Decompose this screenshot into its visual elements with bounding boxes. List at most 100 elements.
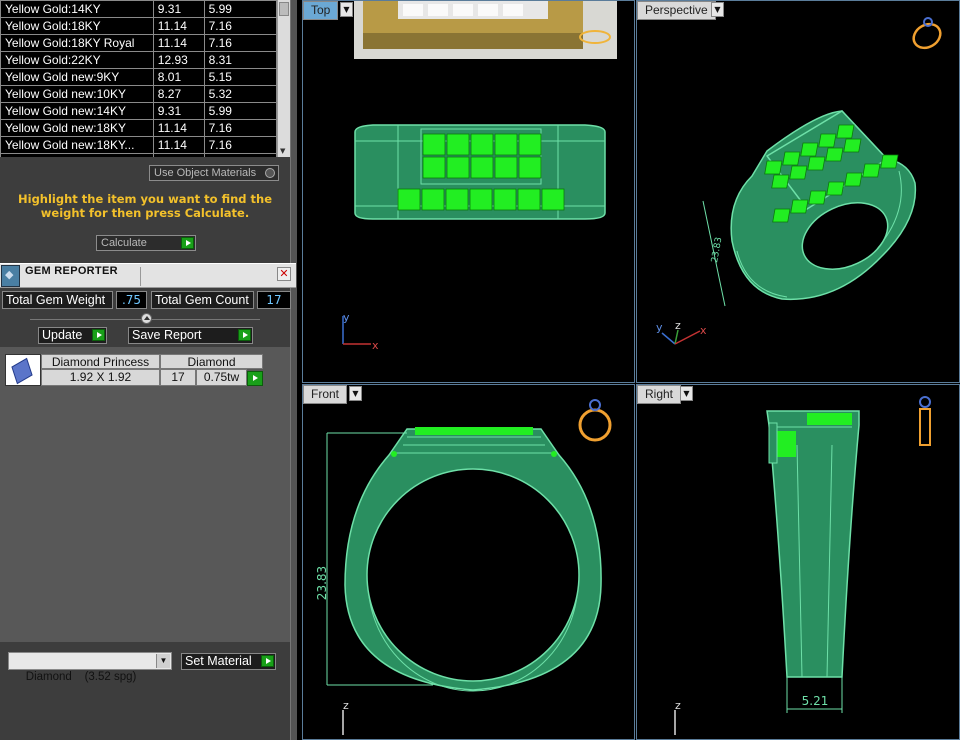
dropdown-icon[interactable]: ▼: [340, 2, 353, 17]
update-label: Update: [42, 328, 83, 342]
axis-z-label: z: [675, 319, 681, 332]
dropdown-icon[interactable]: ▼: [349, 386, 362, 401]
material-density: 11.14: [152, 136, 205, 154]
use-object-materials-radio[interactable]: [265, 168, 275, 178]
close-icon[interactable]: ✕: [277, 267, 291, 281]
collapse-up-icon[interactable]: [141, 313, 152, 324]
material-name: Yellow Gold new:10KY: [0, 85, 154, 103]
axis-z-label: z: [343, 699, 349, 712]
material-weight: 5.99: [203, 0, 277, 18]
set-material-button[interactable]: Set Material: [181, 653, 276, 670]
materials-row[interactable]: Yellow Gold new:10KY 8.27 5.32: [0, 85, 277, 103]
tab-perspective[interactable]: Perspective: [637, 1, 716, 20]
gem-totals: Total Gem Weight .75 Total Gem Count 17: [0, 289, 296, 311]
material-name: Yellow Gold new:18KY: [0, 119, 154, 137]
use-object-materials-label: Use Object Materials: [154, 167, 257, 179]
gem-square: [790, 199, 809, 214]
gem-square: [397, 188, 421, 211]
gem-square: [789, 165, 808, 180]
viewport-top[interactable]: y x Top ▼: [302, 0, 635, 383]
material-weight: 8.31: [203, 153, 277, 157]
scroll-thumb[interactable]: [279, 2, 289, 16]
tab-top[interactable]: Top: [303, 1, 339, 20]
materials-row[interactable]: Yellow Gold new:9KY 8.01 5.15: [0, 68, 277, 86]
material-density: 9.31: [152, 102, 205, 120]
materials-scrollbar[interactable]: ▼: [277, 0, 290, 157]
scroll-down-icon[interactable]: ▼: [280, 147, 285, 155]
gem-square: [445, 188, 469, 211]
right-dimension-label: 5.21: [802, 694, 829, 708]
right-view-canvas: 5.21 z: [674, 396, 931, 735]
gem-square: [518, 156, 542, 179]
material-density: 8.01: [152, 68, 205, 86]
gem-square: [518, 133, 542, 156]
gem-shape: Diamond Princess: [41, 354, 160, 369]
ring-photo-thumbnail: [354, 1, 617, 59]
material-weight: 7.16: [203, 119, 277, 137]
gem-size: 1.92 X 1.92: [41, 369, 160, 386]
viewport-front[interactable]: 23.83 z Front ▼: [302, 384, 635, 740]
gem-material: Diamond: [160, 354, 263, 369]
gem-square: [422, 133, 446, 156]
material-name: Yellow Gold new:18KY...: [0, 136, 154, 154]
axis-z-label: z: [675, 699, 681, 712]
material-weight: 7.16: [203, 136, 277, 154]
gem-square: [843, 138, 862, 153]
tab-front[interactable]: Front: [303, 385, 348, 404]
chevron-down-icon[interactable]: ▼: [156, 654, 170, 668]
material-name: Yellow Gold:18KY: [0, 17, 154, 35]
update-button[interactable]: Update: [38, 327, 107, 344]
material-weight: 5.32: [203, 85, 277, 103]
gem-row[interactable]: Diamond Princess Diamond 1.92 X 1.92 17 …: [5, 354, 263, 386]
gem-reporter-header: GEM REPORTER ✕: [0, 263, 296, 288]
dropdown-icon[interactable]: ▼: [680, 386, 693, 401]
top-gem-grid: [397, 133, 565, 211]
material-weight: 7.16: [203, 34, 277, 52]
axis-x-label: x: [700, 324, 707, 337]
gem-go-button[interactable]: [247, 371, 263, 386]
calculate-button[interactable]: Calculate: [96, 235, 196, 251]
use-object-materials-option[interactable]: Use Object Materials: [149, 165, 279, 181]
panel-splitter[interactable]: [290, 0, 297, 740]
materials-row[interactable]: Yellow Gold new:18KY 11.14 7.16: [0, 119, 277, 137]
material-weight: 5.99: [203, 102, 277, 120]
gem-reporter-title: GEM REPORTER: [25, 265, 118, 277]
materials-row[interactable]: Yellow Gold:14KY 9.31 5.99: [0, 0, 277, 18]
header-divider: [140, 267, 141, 286]
materials-row[interactable]: Yellow Gold:18KY Royal 11.14 7.16: [0, 34, 277, 52]
tab-perspective-label: Perspective: [645, 3, 708, 17]
material-density: 12.93: [152, 153, 205, 157]
material-density: 12.93: [152, 51, 205, 69]
gem-square: [807, 156, 826, 171]
gem-square: [517, 188, 541, 211]
gem-square: [825, 147, 844, 162]
tab-right[interactable]: Right: [637, 385, 682, 404]
material-select[interactable]: Diamond (3.52 spg) ▼: [8, 652, 172, 683]
gem-square: [421, 188, 445, 211]
dropdown-icon[interactable]: ▼: [711, 2, 724, 17]
save-report-button[interactable]: Save Report: [128, 327, 253, 344]
gem-reporter-logo-icon: [1, 265, 20, 287]
gem-square: [862, 163, 881, 178]
gem-square: [494, 133, 518, 156]
materials-row[interactable]: Yellow Gold new:14KY 9.31 5.99: [0, 102, 277, 120]
material-weight: 7.16: [203, 17, 277, 35]
gem-square: [782, 151, 801, 166]
materials-row[interactable]: Yellow Gold new:22KY12.938.31: [0, 153, 277, 157]
viewport-right[interactable]: 5.21 z Right ▼: [636, 384, 960, 740]
materials-row[interactable]: Yellow Gold:18KY 11.14 7.16: [0, 17, 277, 35]
gem-square: [771, 174, 790, 189]
gem-square: [880, 154, 899, 169]
section-splitter[interactable]: [0, 313, 296, 324]
front-dimension-label: 23.83: [315, 566, 329, 600]
viewport-perspective[interactable]: 23.83 y z x Perspective ▼: [636, 0, 960, 383]
total-gem-weight-label: Total Gem Weight: [2, 291, 113, 309]
set-material-label: Set Material: [185, 654, 252, 668]
materials-row[interactable]: Yellow Gold new:18KY... 11.14 7.16: [0, 136, 277, 154]
axis-indicator: y x: [342, 311, 379, 352]
material-name: Yellow Gold new:22KY: [0, 153, 154, 157]
materials-row[interactable]: Yellow Gold:22KY 12.93 8.31: [0, 51, 277, 69]
material-density: 9.31: [152, 0, 205, 18]
material-weight: 8.31: [203, 51, 277, 69]
tab-top-label: Top: [311, 3, 331, 17]
